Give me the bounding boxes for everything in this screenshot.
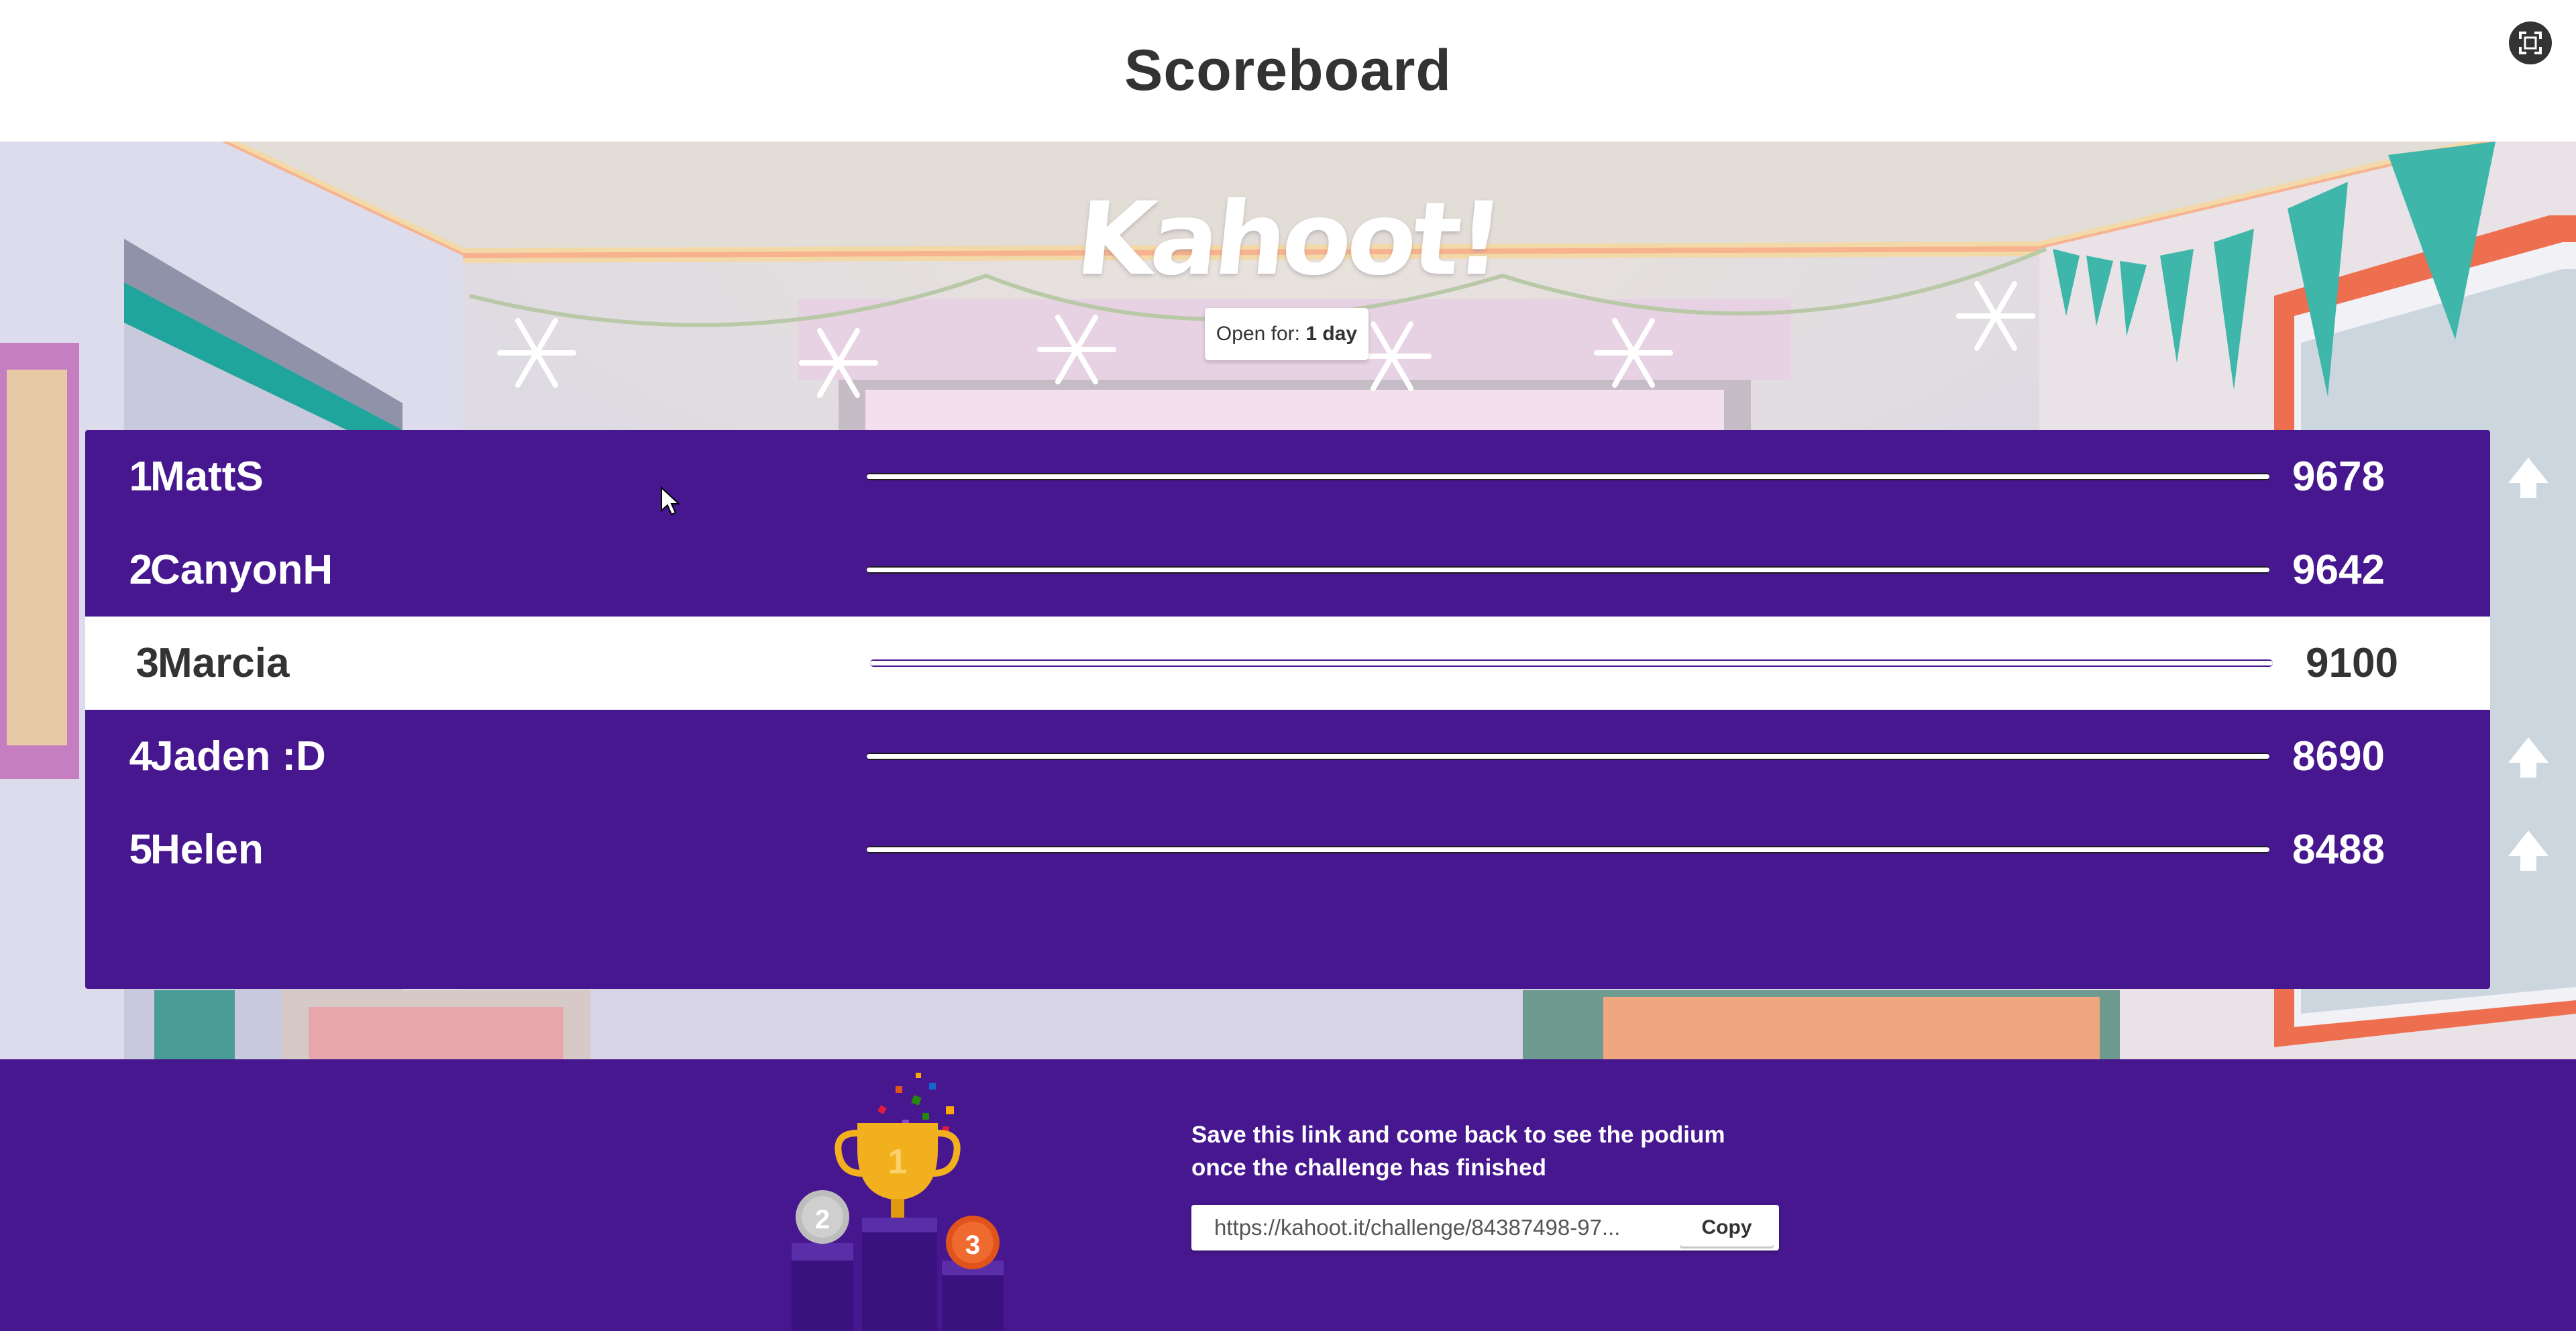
score-bar-fill [867, 474, 2269, 479]
leaderboard-row-current-player: 3 Marcia 9100 [85, 617, 2490, 710]
player-score: 8488 [2292, 827, 2385, 873]
podium-second-label: 2 [815, 1205, 830, 1234]
open-label: Open for: [1216, 323, 1300, 345]
player-rank: 4 [129, 733, 152, 780]
score-bar-fill [867, 754, 2269, 759]
player-name: Jaden :D [150, 733, 326, 780]
challenge-link-input[interactable] [1191, 1205, 1661, 1250]
page-title: Scoreboard [1124, 38, 1452, 103]
player-name: Helen [150, 827, 264, 873]
player-score: 8690 [2292, 733, 2385, 780]
challenge-link-box: Copy [1191, 1205, 1779, 1250]
save-link-message-line: once the challenge has finished [1191, 1155, 1547, 1181]
open-duration-badge: Open for: 1 day [1205, 308, 1368, 360]
player-score: 9678 [2292, 454, 2385, 500]
player-name: Marcia [158, 640, 290, 686]
score-bar-fill [870, 661, 2273, 666]
scoreboard-panel: 1 MattS 9678 2 CanyonH 9642 3 Marcia 910… [85, 430, 2548, 989]
fullscreen-button[interactable] [2509, 21, 2552, 64]
score-bar [870, 659, 2273, 667]
player-name: CanyonH [150, 547, 333, 593]
save-link-message-line: Save this link and come back to see the … [1191, 1122, 1725, 1148]
score-bar [867, 753, 2269, 760]
save-link-message: Save this link and come back to see the … [1191, 1118, 1795, 1184]
player-rank: 5 [129, 827, 152, 873]
score-bar [867, 473, 2269, 480]
copy-link-button[interactable]: Copy [1680, 1209, 1774, 1246]
leaderboard-row: 5 Helen 8488 [85, 803, 2548, 896]
score-bar [867, 846, 2269, 853]
player-score: 9100 [2306, 640, 2398, 686]
player-score: 9642 [2292, 547, 2385, 593]
podium-third-label: 3 [965, 1230, 980, 1260]
score-bar-fill [867, 568, 2269, 572]
rank-up-arrow-icon [2508, 737, 2548, 778]
leaderboard-row: 1 MattS 9678 [85, 430, 2548, 523]
open-value: 1 day [1305, 323, 1358, 345]
player-name: MattS [150, 454, 264, 500]
top-bar: Scoreboard [0, 0, 2576, 142]
podium-first-label: 1 [888, 1142, 908, 1181]
score-bar-fill [867, 847, 2269, 852]
leaderboard-row: 4 Jaden :D 8690 [85, 710, 2548, 803]
score-bar [867, 566, 2269, 574]
podium-illustration: 1 2 3 [792, 1073, 1004, 1331]
player-rank: 1 [129, 454, 152, 500]
footer-panel: 1 2 3 Save this link and come back to se… [0, 1059, 2576, 1331]
player-rank: 2 [129, 547, 152, 593]
rank-up-arrow-icon [2508, 831, 2548, 871]
mouse-cursor-icon [661, 486, 680, 516]
fullscreen-icon [2519, 32, 2542, 54]
rank-up-arrow-icon [2508, 458, 2548, 498]
player-rank: 3 [136, 640, 159, 686]
leaderboard-row: 2 CanyonH 9642 [85, 523, 2490, 617]
kahoot-logo: Kahoot! [1071, 181, 1505, 298]
